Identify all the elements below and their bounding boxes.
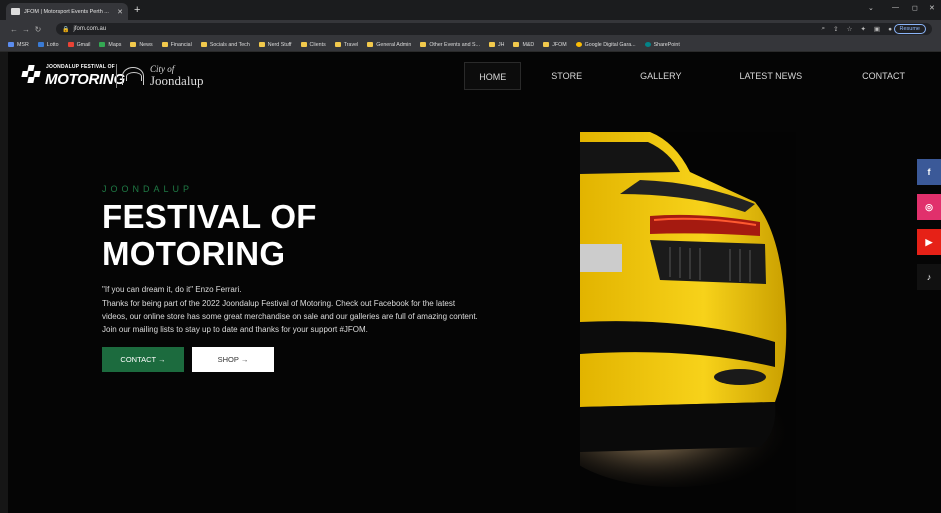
tab-close-icon[interactable]: ✕ [117, 8, 123, 16]
reload-button[interactable]: ↻ [32, 25, 44, 34]
close-window-button[interactable]: ✕ [929, 4, 935, 12]
browser-tab[interactable]: JFOM | Motorsport Events Perth ... ✕ [6, 3, 128, 20]
checkered-flag-icon [21, 65, 41, 83]
hero-quote: "If you can dream it, do it" Enzo Ferrar… [102, 285, 242, 294]
bookmark-favicon-icon [8, 42, 14, 47]
folder-icon [300, 42, 307, 47]
address-bar-icons: ⌕ ⇪ ☆ ✦ ▣ ● [822, 23, 892, 35]
city-name-text: Joondalup [150, 73, 204, 88]
nav-gallery[interactable]: GALLERY [626, 62, 695, 90]
instagram-icon[interactable]: ◎ [917, 194, 941, 220]
bookmark-folder[interactable]: Travel [334, 42, 358, 48]
social-sidebar: f ◎ ▶ ♪ [917, 159, 941, 290]
address-bar[interactable]: 🔒 jfom.com.au ⌕ ⇪ ☆ ✦ ▣ ● Resume [56, 23, 932, 35]
bookmark-folder[interactable]: Other Events and S... [420, 42, 480, 48]
maximize-button[interactable]: ◻ [912, 4, 918, 12]
jfom-logo[interactable]: JOONDALUP FESTIVAL OF MOTORING [21, 62, 125, 90]
bookmark-star-icon[interactable]: ☆ [847, 25, 853, 33]
tiktok-icon[interactable]: ♪ [917, 264, 941, 290]
folder-icon [200, 42, 207, 47]
headline-line-1: FESTIVAL OF [102, 198, 317, 235]
hero-car-image [580, 132, 796, 513]
maps-icon [99, 42, 106, 47]
bookmark-item[interactable]: Gmail [67, 42, 90, 48]
facebook-icon[interactable]: f [917, 159, 941, 185]
bookmark-folder[interactable]: Financial [161, 42, 192, 48]
address-url: jfom.com.au [73, 26, 107, 32]
contact-button[interactable]: CONTACT → [102, 347, 184, 372]
bookmark-folder[interactable]: JH [488, 42, 504, 48]
page-edge-shade [0, 52, 8, 513]
folder-icon [513, 42, 520, 47]
logo-motoring-text: MOTORING [45, 71, 125, 88]
bookmark-item[interactable]: Maps [99, 42, 121, 48]
folder-icon [334, 42, 341, 47]
gmail-icon [67, 42, 74, 47]
sharepoint-icon [644, 42, 651, 47]
tab-title: JFOM | Motorsport Events Perth ... [24, 8, 109, 15]
bookmark-item[interactable]: Google Digital Gara... [575, 42, 636, 48]
bookmark-item[interactable]: SharePoint [644, 42, 680, 48]
google-icon [575, 42, 582, 47]
bookmark-folder[interactable]: Nerd Stuff [258, 42, 292, 48]
nav-contact[interactable]: CONTACT [848, 62, 919, 90]
youtube-icon[interactable]: ▶ [917, 229, 941, 255]
logo-festival-text: JOONDALUP FESTIVAL OF [46, 64, 115, 70]
lock-icon: 🔒 [62, 26, 70, 33]
bookmark-folder[interactable]: General Admin [367, 42, 411, 48]
new-tab-button[interactable]: + [134, 4, 140, 16]
city-emblem-icon [122, 67, 144, 85]
main-nav: HOME STORE GALLERY LATEST NEWS CONTACT [464, 62, 941, 90]
folder-icon [161, 42, 168, 47]
bookmark-folder[interactable]: JFOM [543, 42, 567, 48]
bookmark-folder[interactable]: Socials and Tech [200, 42, 250, 48]
tab-strip: JFOM | Motorsport Events Perth ... ✕ + ⌄… [0, 0, 941, 20]
folder-icon [258, 42, 265, 47]
folder-icon [543, 42, 550, 47]
city-of-joondalup-logo[interactable]: City of Joondalup [122, 62, 203, 90]
resume-button[interactable]: Resume [893, 24, 926, 34]
sidepanel-icon[interactable]: ▣ [874, 25, 880, 33]
share-icon[interactable]: ⇪ [833, 25, 838, 33]
bookmark-folder[interactable]: Clients [300, 42, 326, 48]
hero-headline: FESTIVAL OF MOTORING [102, 198, 482, 272]
folder-icon [420, 42, 427, 47]
bookmark-folder[interactable]: News [130, 42, 153, 48]
headline-line-2: MOTORING [102, 235, 286, 272]
shop-button[interactable]: SHOP → [192, 347, 274, 372]
nav-store[interactable]: STORE [537, 62, 596, 90]
nav-home[interactable]: HOME [464, 62, 522, 90]
profile-icon[interactable]: ● [888, 26, 892, 33]
site-header: JOONDALUP FESTIVAL OF MOTORING City of J… [0, 52, 941, 100]
forward-button[interactable]: → [20, 25, 32, 34]
nav-latest-news[interactable]: LATEST NEWS [725, 62, 816, 90]
folder-icon [367, 42, 374, 47]
extensions-icon[interactable]: ✦ [860, 25, 865, 33]
site-favicon-icon [11, 8, 20, 15]
logo-divider [116, 64, 117, 88]
zoom-icon[interactable]: ⌕ [822, 25, 826, 33]
bookmark-item[interactable]: MSR [8, 42, 29, 48]
browser-toolbar: ← → ↻ 🔒 jfom.com.au ⌕ ⇪ ☆ ✦ ▣ ● Resume [0, 20, 941, 38]
bookmark-folder[interactable]: M&D [513, 42, 534, 48]
website-viewport: JOONDALUP FESTIVAL OF MOTORING City of J… [0, 52, 941, 513]
minimize-button[interactable]: — [892, 4, 899, 11]
hero-body: Thanks for being part of the 2022 Joonda… [102, 299, 478, 334]
back-button[interactable]: ← [8, 25, 20, 34]
folder-icon [130, 42, 137, 47]
browser-chrome: JFOM | Motorsport Events Perth ... ✕ + ⌄… [0, 0, 941, 52]
hero-eyebrow: JOONDALUP [102, 184, 194, 194]
hero-buttons: CONTACT → SHOP → [102, 347, 482, 372]
city-logo-text: City of Joondalup [150, 65, 204, 88]
folder-icon [488, 42, 495, 47]
bookmark-favicon-icon [37, 42, 44, 47]
hero-section: JOONDALUP FESTIVAL OF MOTORING "If you c… [102, 184, 482, 372]
tab-search-icon[interactable]: ⌄ [868, 4, 874, 12]
bookmarks-bar: MSR Lotto Gmail Maps News Financial Soci… [0, 38, 941, 52]
bookmark-item[interactable]: Lotto [37, 42, 59, 48]
